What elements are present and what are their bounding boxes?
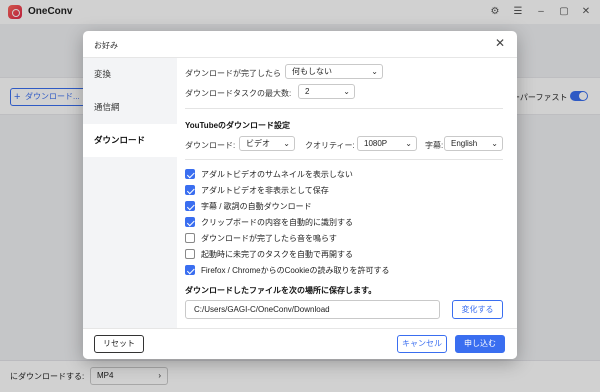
chevron-down-icon: ⌄ — [405, 139, 412, 148]
chevron-down-icon: ⌄ — [491, 139, 498, 148]
close-dialog-icon[interactable]: ✕ — [493, 36, 507, 50]
after-complete-select[interactable]: 何もしない ⌄ — [285, 64, 383, 79]
option-label: ダウンロードが完了したら音を鳴らす — [201, 234, 337, 243]
change-path-button[interactable]: 変化する — [452, 300, 503, 319]
checkbox-checked-icon[interactable] — [185, 201, 195, 211]
chevron-down-icon: ⌄ — [283, 139, 290, 148]
apply-button[interactable]: 申し込む — [455, 335, 505, 353]
checkbox-checked-icon[interactable] — [185, 185, 195, 195]
sidebar-item-network[interactable]: 通信網 — [83, 91, 177, 124]
max-tasks-select[interactable]: 2 ⌄ — [298, 84, 355, 99]
save-location-title: ダウンロードしたファイルを次の場所に保存します。 — [185, 286, 377, 295]
dialog-footer: リセット キャンセル 申し込む — [83, 328, 517, 359]
reset-button[interactable]: リセット — [94, 335, 144, 353]
sidebar-item-download[interactable]: ダウンロード — [83, 124, 177, 157]
download-type-label: ダウンロード: — [185, 141, 236, 150]
download-type-value: ビデオ — [246, 139, 270, 148]
preferences-sidebar: 変換 通信網 ダウンロード — [83, 58, 177, 328]
checkbox-checked-icon[interactable] — [185, 265, 195, 275]
checkbox-unchecked-icon[interactable] — [185, 233, 195, 243]
checkbox-unchecked-icon[interactable] — [185, 249, 195, 259]
option-label: アダルトビデオを非表示として保存 — [201, 186, 329, 195]
max-tasks-value: 2 — [305, 87, 310, 96]
download-type-select[interactable]: ビデオ ⌄ — [239, 136, 295, 151]
section-divider — [185, 159, 503, 160]
after-complete-label: ダウンロードが完了したら — [185, 69, 281, 78]
chevron-down-icon: ⌄ — [371, 67, 378, 76]
chevron-down-icon: ⌄ — [343, 87, 350, 96]
option-label: クリップボードの内容を自動的に識別する — [201, 218, 353, 227]
section-divider — [185, 108, 503, 109]
save-path-input[interactable]: C:/Users/GAGI-C/OneConv/Download — [185, 300, 440, 319]
option-label: 字幕 / 歌詞の自動ダウンロード — [201, 202, 312, 211]
checkbox-checked-icon[interactable] — [185, 169, 195, 179]
subtitle-select[interactable]: English ⌄ — [444, 136, 503, 151]
checkbox-checked-icon[interactable] — [185, 217, 195, 227]
option-label: Firefox / ChromeからのCookieの読み取りを許可する — [201, 266, 390, 275]
dialog-title: お好み — [94, 41, 118, 50]
dialog-header: お好み ✕ — [83, 31, 517, 58]
sidebar-item-convert[interactable]: 変換 — [83, 58, 177, 91]
subtitle-label: 字幕: — [425, 141, 444, 150]
after-complete-value: 何もしない — [292, 67, 332, 76]
cancel-button[interactable]: キャンセル — [397, 335, 447, 353]
option-label: 起動時に未完了のタスクを自動で再開する — [201, 250, 353, 259]
quality-label: クオリティー: — [305, 141, 355, 150]
quality-select[interactable]: 1080P ⌄ — [357, 136, 417, 151]
max-tasks-label: ダウンロードタスクの最大数: — [185, 89, 292, 98]
youtube-section-title: YouTubeのダウンロード設定 — [185, 121, 291, 130]
download-settings-panel: ダウンロードが完了したら 何もしない ⌄ ダウンロードタスクの最大数: 2 ⌄ … — [177, 58, 517, 328]
subtitle-value: English — [451, 139, 478, 148]
quality-value: 1080P — [364, 139, 388, 148]
option-label: アダルトビデオのサムネイルを表示しない — [201, 170, 353, 179]
preferences-dialog: お好み ✕ 変換 通信網 ダウンロード ダウンロードが完了したら 何もしない ⌄… — [83, 31, 517, 359]
